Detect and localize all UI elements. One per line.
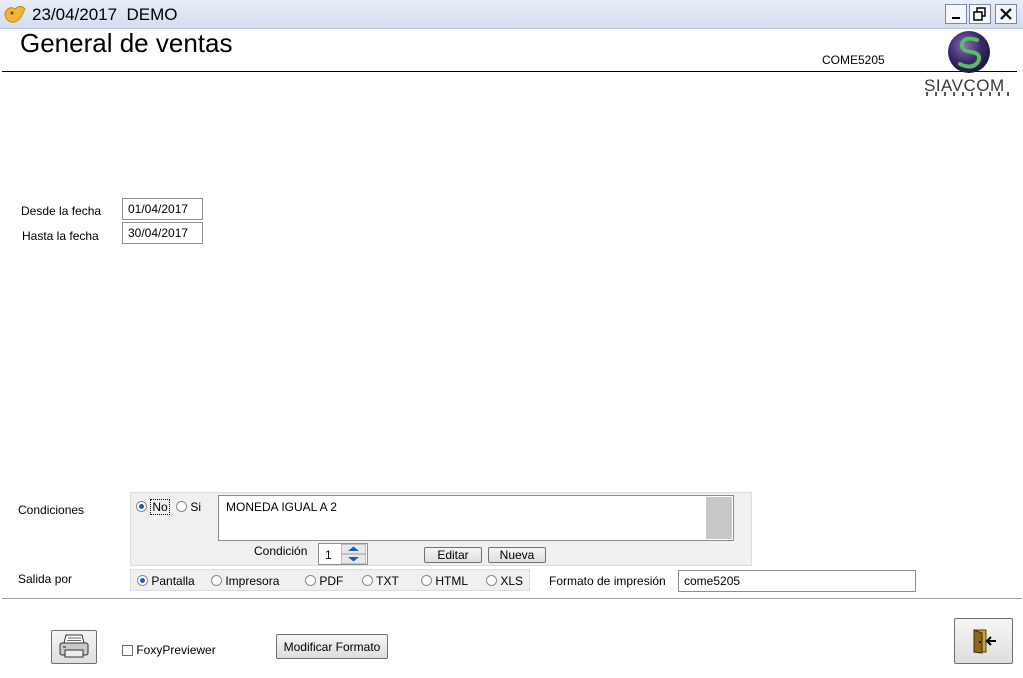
output-xls-label: XLS xyxy=(500,574,524,588)
checkbox-icon xyxy=(122,645,133,656)
condition-si-radio[interactable]: Si xyxy=(176,500,201,514)
radio-unselected-icon xyxy=(421,575,432,586)
header-divider xyxy=(2,71,1017,72)
output-pantalla-radio[interactable]: Pantalla xyxy=(137,574,195,588)
form-code: COME5205 xyxy=(822,53,885,67)
conditions-text: MONEDA IGUAL A 2 xyxy=(226,500,337,514)
output-pdf-label: PDF xyxy=(319,574,344,588)
condition-number-label: Condición xyxy=(254,544,308,558)
output-impresora-label: Impresora xyxy=(225,574,280,588)
minimize-icon xyxy=(952,17,960,19)
footer-divider xyxy=(2,598,1022,599)
output-html-label: HTML xyxy=(435,574,469,588)
exit-door-icon xyxy=(973,629,996,654)
condition-no-label: No xyxy=(150,499,170,515)
minimize-button[interactable] xyxy=(945,4,967,24)
radio-unselected-icon xyxy=(486,575,497,586)
close-button[interactable] xyxy=(995,4,1017,24)
output-xls-radio[interactable]: XLS xyxy=(486,574,523,588)
conditions-label: Condiciones xyxy=(18,503,85,517)
print-button[interactable] xyxy=(51,630,97,664)
exit-button[interactable] xyxy=(954,618,1013,664)
spinner-arrows-icon[interactable] xyxy=(341,544,366,564)
new-condition-button[interactable]: Nueva xyxy=(488,547,546,563)
edit-condition-button[interactable]: Editar xyxy=(424,547,482,563)
conditions-scrollbar[interactable] xyxy=(706,497,732,539)
condition-no-radio[interactable]: No xyxy=(136,499,170,515)
to-date-label: Hasta la fecha xyxy=(22,229,99,243)
radio-selected-icon xyxy=(136,501,147,512)
page-title: General de ventas xyxy=(20,28,233,58)
app-logo-icon xyxy=(4,6,26,23)
modify-format-button[interactable]: Modificar Formato xyxy=(276,634,388,659)
foxypreviewer-checkbox[interactable]: FoxyPreviewer xyxy=(122,643,216,657)
to-date-field[interactable]: 30/04/2017 xyxy=(122,222,203,244)
print-format-field[interactable]: come5205 xyxy=(678,570,916,592)
output-txt-radio[interactable]: TXT xyxy=(362,574,399,588)
from-date-label: Desde la fecha xyxy=(21,204,102,218)
restore-icon xyxy=(973,7,986,21)
foxypreviewer-label: FoxyPreviewer xyxy=(136,643,216,657)
printer-icon xyxy=(59,634,89,658)
print-format-label: Formato de impresión xyxy=(549,574,666,588)
radio-selected-icon xyxy=(137,575,148,586)
radio-unselected-icon xyxy=(176,501,187,512)
radio-unselected-icon xyxy=(305,575,316,586)
from-date-field[interactable]: 01/04/2017 xyxy=(122,198,203,220)
output-txt-label: TXT xyxy=(376,574,399,588)
window-title: 23/04/2017 DEMO xyxy=(32,5,178,24)
radio-unselected-icon xyxy=(211,575,222,586)
condition-si-label: Si xyxy=(190,500,202,514)
output-pdf-radio[interactable]: PDF xyxy=(305,574,343,588)
output-pantalla-label: Pantalla xyxy=(151,574,195,588)
radio-unselected-icon xyxy=(362,575,373,586)
output-impresora-radio[interactable]: Impresora xyxy=(211,574,279,588)
restore-button[interactable] xyxy=(969,4,991,24)
output-html-radio[interactable]: HTML xyxy=(421,574,468,588)
conditions-text-area[interactable]: MONEDA IGUAL A 2 xyxy=(218,495,734,541)
condition-number-value: 1 xyxy=(325,548,332,562)
logo-subtext-dots xyxy=(926,92,1014,96)
close-icon xyxy=(1000,8,1012,20)
output-label: Salida por xyxy=(18,572,73,586)
